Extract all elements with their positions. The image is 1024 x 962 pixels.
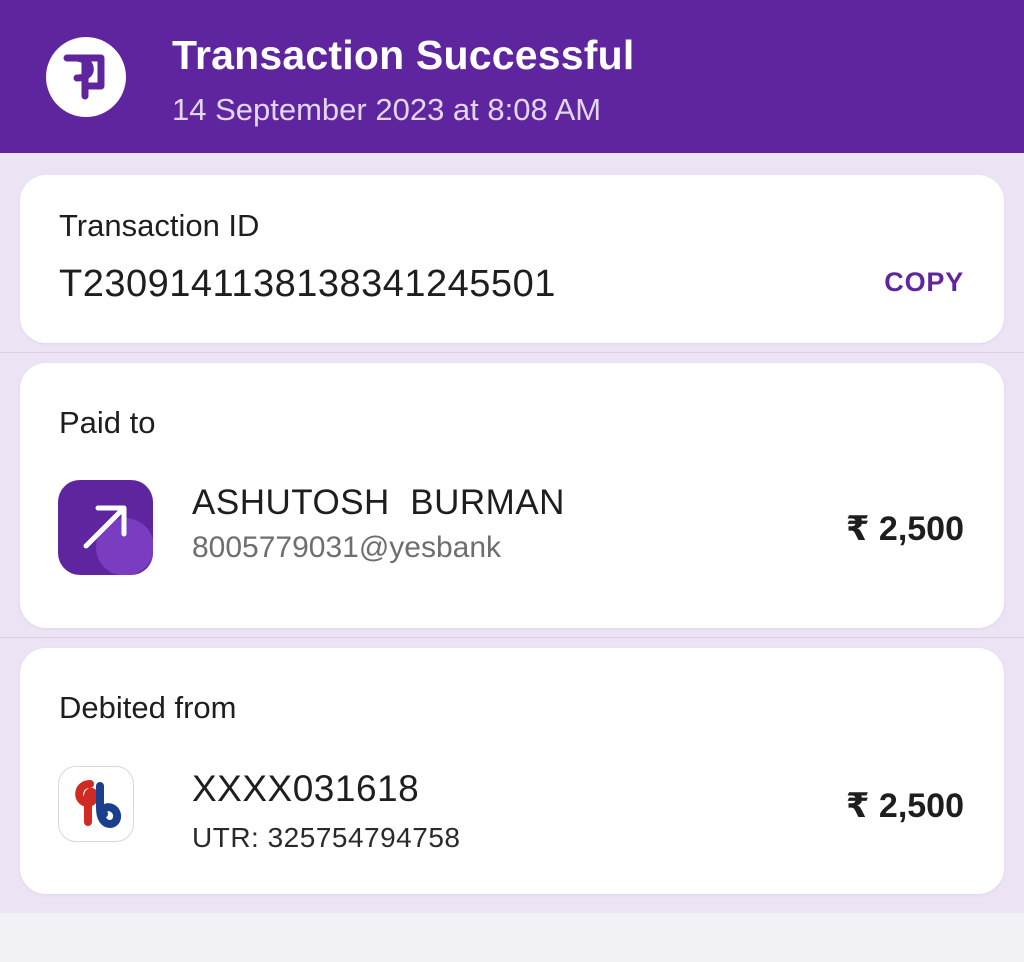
debited-from-label: Debited from — [59, 690, 237, 725]
arrow-up-right-icon — [58, 480, 153, 575]
paid-to-card[interactable]: Paid to ASHUTOSH BURMAN 8005779031@yesba… — [20, 363, 1004, 628]
transaction-id-value: T2309141138138341245501 — [59, 263, 556, 305]
payee-upi-id: 8005779031@yesbank — [192, 531, 502, 564]
bank-of-baroda-logo-icon — [58, 766, 134, 842]
payee-name: ASHUTOSH BURMAN — [192, 483, 565, 522]
phonepe-logo-icon — [46, 37, 126, 117]
transaction-header: Transaction Successful 14 September 2023… — [0, 0, 1024, 153]
transaction-datetime: 14 September 2023 at 8:08 AM — [172, 92, 602, 127]
debited-amount: ₹ 2,500 — [845, 787, 964, 825]
copy-button[interactable]: COPY — [884, 267, 964, 298]
divider — [0, 352, 1024, 353]
debited-from-card[interactable]: Debited from XXXX031618 UTR: 32575479475… — [20, 648, 1004, 894]
paid-amount: ₹ 2,500 — [845, 510, 964, 548]
transaction-id-card: Transaction ID T2309141138138341245501 C… — [20, 175, 1004, 343]
divider — [0, 637, 1024, 638]
utr-number: UTR: 325754794758 — [192, 822, 461, 853]
transaction-id-label: Transaction ID — [59, 208, 260, 243]
debit-account-number: XXXX031618 — [192, 768, 420, 809]
status-title: Transaction Successful — [172, 32, 635, 78]
paid-to-label: Paid to — [59, 405, 156, 440]
